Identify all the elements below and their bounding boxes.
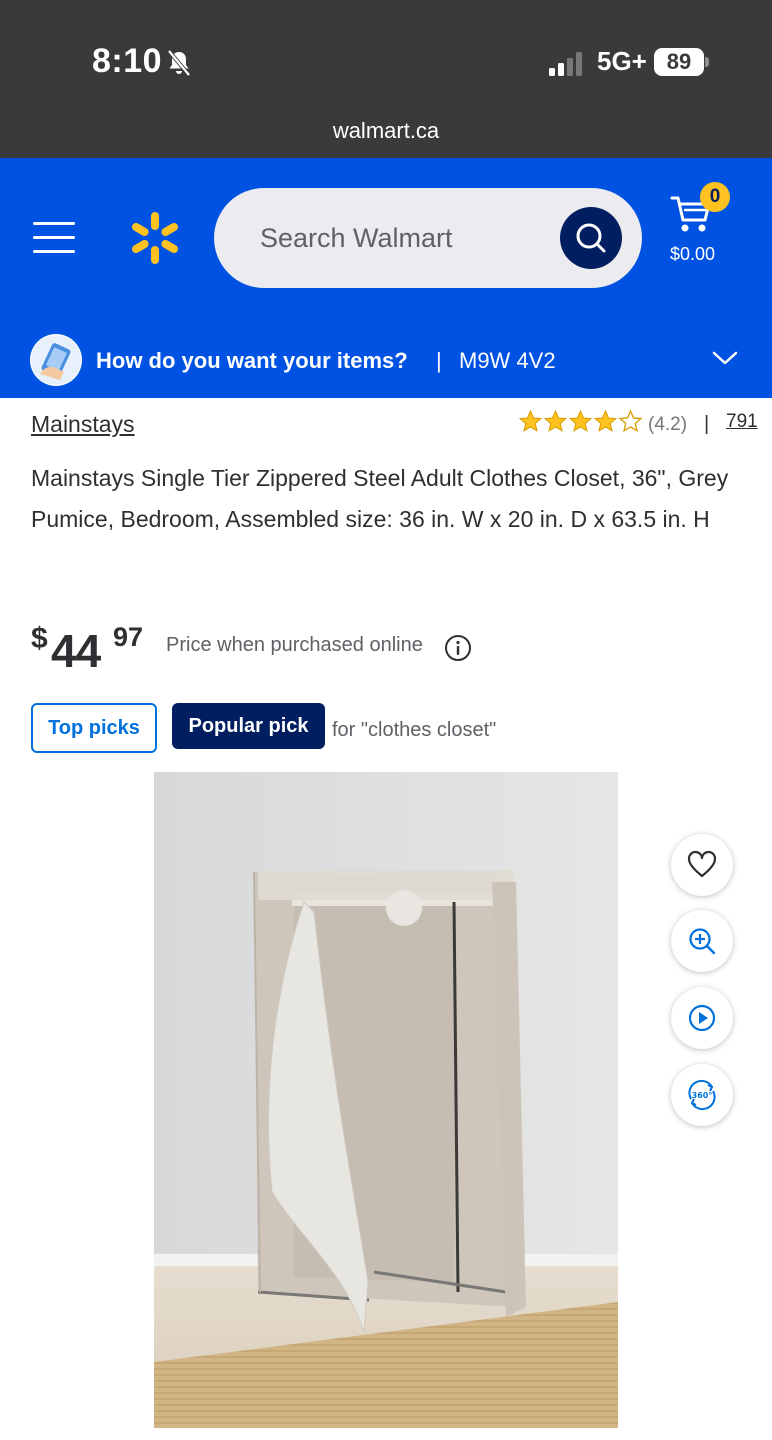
heart-icon bbox=[687, 850, 717, 878]
price-cents: 97 bbox=[113, 622, 144, 652]
postal-code: M9W 4V2 bbox=[459, 348, 556, 373]
signal-icon bbox=[549, 52, 582, 76]
360-view-icon: 360° bbox=[688, 1079, 716, 1111]
cart-count-badge: 0 bbox=[700, 182, 730, 212]
status-time: 8:10 bbox=[92, 42, 163, 80]
favorite-button[interactable] bbox=[671, 834, 733, 896]
battery-tip bbox=[705, 57, 709, 67]
svg-text:360°: 360° bbox=[692, 1091, 713, 1100]
battery-icon: 89 bbox=[654, 48, 704, 76]
search-box bbox=[214, 188, 642, 288]
top-picks-badge[interactable]: Top picks bbox=[31, 703, 157, 753]
search-button[interactable] bbox=[560, 207, 622, 269]
info-icon[interactable] bbox=[444, 634, 472, 662]
bell-slash-icon bbox=[167, 49, 191, 77]
search-input[interactable] bbox=[260, 218, 550, 258]
network-label: 5G+ bbox=[597, 46, 647, 76]
delivery-separator: | bbox=[436, 348, 442, 373]
walmart-spark-logo[interactable] bbox=[128, 210, 182, 266]
product-image[interactable] bbox=[154, 772, 618, 1428]
chevron-down-icon bbox=[712, 351, 738, 365]
star-empty-icon bbox=[618, 409, 643, 433]
cart-button[interactable]: 0 $0.00 bbox=[664, 182, 734, 272]
star-full-icon bbox=[568, 409, 593, 432]
product-title: Mainstays Single Tier Zippered Steel Adu… bbox=[31, 465, 729, 532]
price-note: Price when purchased online bbox=[166, 634, 423, 656]
rating-stars bbox=[518, 409, 643, 434]
star-full-icon bbox=[593, 409, 618, 432]
price-dollars: 44 bbox=[51, 625, 101, 677]
star-full-icon bbox=[518, 409, 543, 432]
cart-total: $0.00 bbox=[670, 244, 716, 264]
star-full-icon bbox=[543, 409, 568, 432]
zoom-button[interactable] bbox=[671, 910, 733, 972]
status-bar: 8:10 5G+ 89 bbox=[0, 0, 772, 100]
brand-link[interactable]: Mainstays bbox=[31, 411, 135, 438]
view-360-button[interactable]: 360° bbox=[671, 1064, 733, 1126]
search-icon bbox=[576, 223, 606, 253]
delivery-phone-icon bbox=[30, 334, 82, 386]
rating-separator: | bbox=[704, 413, 710, 435]
zoom-in-icon bbox=[689, 928, 716, 955]
rating-value: (4.2) bbox=[648, 414, 688, 435]
popular-pick-badge: Popular pick bbox=[172, 703, 325, 749]
delivery-location-bar[interactable]: How do you want your items? | M9W 4V2 bbox=[0, 322, 772, 398]
play-icon bbox=[688, 1004, 716, 1032]
url-bar[interactable]: walmart.ca bbox=[0, 100, 772, 158]
badge-context-text: for "clothes closet" bbox=[332, 719, 497, 741]
delivery-question: How do you want your items? bbox=[96, 348, 408, 373]
review-count-link[interactable]: 791 bbox=[726, 411, 758, 433]
price-currency: $ bbox=[31, 622, 48, 655]
video-button[interactable] bbox=[671, 987, 733, 1049]
menu-icon[interactable] bbox=[33, 222, 75, 254]
